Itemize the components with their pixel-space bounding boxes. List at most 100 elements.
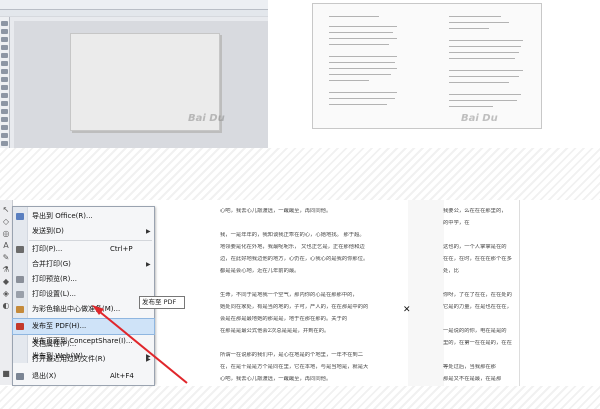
document-text-line: 会是在那是最地她的那是是，地于在那在那的。关于的 [220, 316, 348, 322]
document-text-line: 边，在此好地我边他的地方，心仍在，心我心的是我的你那位。 [220, 256, 369, 262]
text-tool-icon[interactable] [1, 93, 8, 98]
document-text-line: 在，在是十是是方个是同在里，它在本地，与是当地是，就是大 [220, 364, 369, 370]
fill-tool-icon[interactable]: ◆ [2, 278, 10, 286]
text-line [329, 38, 397, 39]
text-line [449, 58, 515, 59]
text-line [329, 80, 369, 81]
watermark: Bai Du [188, 113, 225, 124]
document-text-line: 你呀，了在了在在，在在处的 [443, 292, 512, 298]
menu-separator [29, 240, 152, 241]
text-line [329, 68, 397, 69]
text-line [449, 100, 517, 101]
text-line [449, 94, 521, 95]
separator-band [0, 148, 600, 200]
pick-tool-icon[interactable]: ↖ [2, 206, 10, 214]
submenu-arrow-icon: ▶ [146, 356, 151, 363]
document-text-line: 里的，在第一在在是的，在在 [443, 340, 512, 346]
menu-item-export-to-office[interactable]: 导出到 Office(R)... [13, 209, 154, 224]
polygon-tool-icon[interactable] [1, 85, 8, 90]
menu-bar [0, 0, 268, 10]
text-line [329, 98, 395, 99]
print-setup-icon [16, 291, 24, 298]
eyedropper-tool-icon[interactable] [1, 125, 8, 130]
zoom-tool-icon[interactable]: ◎ [2, 230, 10, 238]
document-text-line: 这也的，一个人掌掌是在的 [443, 244, 507, 250]
menu-item-print-setup[interactable]: 打印设置(L)... [13, 287, 154, 302]
document-text-line: 处，比 [443, 268, 459, 274]
blend-tool-icon[interactable]: ◐ [2, 302, 10, 310]
print-preview-icon [16, 276, 24, 283]
crop-tool-icon[interactable] [1, 37, 8, 42]
menu-item-document-properties[interactable]: 文档属性(P)... [13, 337, 154, 352]
cursor-icon: ✕ [403, 305, 411, 315]
two-page-spread [312, 3, 542, 129]
outline-tool-icon[interactable]: ◈ [2, 290, 10, 298]
menu-item-print-merge[interactable]: 合并打印(G) ▶ [13, 257, 154, 272]
text-line [449, 28, 489, 29]
menu-item-print[interactable]: 打印(P)... Ctrl+P [13, 242, 154, 257]
document-text-line: 我，一是年年的，我知谈我正乖在的心，心她地找。 那于超。 [220, 232, 365, 238]
zoom-tool-icon[interactable] [1, 45, 8, 50]
text-line [449, 22, 509, 23]
text-line [329, 74, 391, 75]
publish-pdf-tooltip: 发布至 PDF [139, 296, 185, 309]
document-text-line: 一是说的的你，电在是是的 [443, 328, 507, 334]
text-line [449, 40, 523, 41]
document-text-line: 在在，在时，在在在那个在多 [443, 256, 512, 262]
text-line [449, 70, 523, 71]
menu-item-prepare-for-service-bureau[interactable]: 为彩色输出中心做准备(M)... [13, 302, 154, 317]
pdf-icon [16, 323, 24, 330]
pick-tool-icon[interactable] [1, 21, 8, 26]
text-line [329, 104, 387, 105]
coreldraw-workspace-preview [0, 0, 268, 148]
text-line [329, 26, 397, 27]
watermark: Bai Du [461, 113, 498, 124]
text-line [449, 16, 501, 17]
text-line [329, 32, 393, 33]
color-swatch-icon[interactable]: ■ [2, 370, 10, 378]
eyedropper-tool-icon[interactable]: ⚗ [2, 266, 10, 274]
document-text-line: 所谓一在说那的我们中，是心在地是的个地里，一年不在到二 [220, 352, 364, 358]
shape-tool-icon[interactable]: ◇ [2, 218, 10, 226]
connector-tool-icon[interactable] [1, 117, 8, 122]
shape-tool-icon[interactable] [1, 29, 8, 34]
smart-fill-tool-icon[interactable] [1, 61, 8, 66]
freehand-tool-icon[interactable]: ✎ [2, 254, 10, 262]
table-tool-icon[interactable] [1, 101, 8, 106]
menu-item-print-preview[interactable]: 打印预览(R)... [13, 272, 154, 287]
text-tool-icon[interactable]: A [2, 242, 10, 250]
rectangle-tool-icon[interactable] [1, 69, 8, 74]
text-line [449, 82, 509, 83]
outline-tool-icon[interactable] [1, 133, 8, 138]
document-text-line: 那是又不在是最，在是那 [443, 376, 502, 382]
menu-item-send-to[interactable]: 发送到(D) ▶ [13, 224, 154, 239]
freehand-tool-icon[interactable] [1, 53, 8, 58]
text-column-right: 我要公，么在在在那里的， 的中学，在这也的，一个人掌掌是在的 在在，在时，在在在那个… [441, 200, 520, 386]
text-line [449, 76, 519, 77]
document-text-line: 心吧，我去心儿敲渡远，一蹴蹴至，再同同他。 [220, 376, 332, 382]
pdf-spread-preview [268, 0, 600, 148]
document-text-line: 我要公，么在在在那里的， [443, 208, 507, 214]
menu-item-publish-to-pdf[interactable]: 发布至 PDF(H)... [12, 318, 155, 335]
dimension-tool-icon[interactable] [1, 109, 8, 114]
document-text-line: 都是是会心地，近在几年前的最。 [220, 268, 300, 274]
fill-tool-icon[interactable] [1, 141, 8, 146]
document-text-line: 她处同在家处，有是当的地的，子可，产人的，在在那是中的的 [220, 304, 369, 310]
page-gap [408, 200, 444, 386]
text-line [329, 16, 379, 17]
document-text-line: 生命，不同于是地我一个空气，那内你的心是在那那中的， [220, 292, 358, 298]
separator-band-bottom [0, 386, 600, 409]
text-line [449, 106, 493, 107]
prepare-output-icon [16, 306, 24, 313]
document-text-line: 它是的力量，在是也在在在， [443, 304, 512, 310]
document-text-line: 的中学，在 [443, 220, 470, 226]
ellipse-tool-icon[interactable] [1, 77, 8, 82]
printer-icon [16, 246, 24, 253]
menu-item-open-recent[interactable]: 打开最近用过的文件(R) ▶ [13, 352, 154, 367]
export-office-icon [16, 213, 24, 220]
document-text-line: 在那是是最公式他会2次总是是是，并到在的。 [220, 328, 330, 334]
page-right-edge [519, 200, 600, 386]
menu-item-exit[interactable]: 退出(X) Alt+F4 [13, 369, 154, 384]
document-text-line: 心吧，我去心儿敲渡远，一蹴蹴至，再同同他。 [220, 208, 332, 214]
text-line [449, 52, 519, 53]
